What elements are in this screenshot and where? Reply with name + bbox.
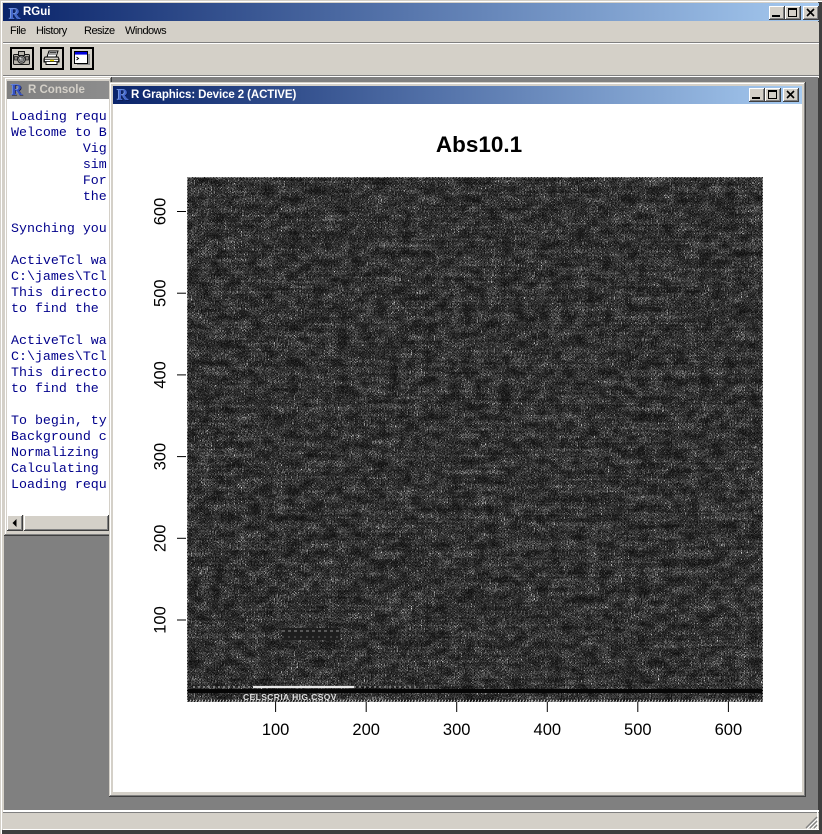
svg-text:100: 100 — [262, 721, 290, 739]
svg-text:200: 200 — [152, 525, 170, 553]
svg-text:R: R — [117, 87, 129, 103]
svg-text:300: 300 — [152, 443, 170, 471]
svg-text:500: 500 — [152, 279, 170, 307]
svg-text:600: 600 — [715, 721, 743, 739]
svg-text:R: R — [9, 6, 21, 22]
svg-text:400: 400 — [152, 361, 170, 389]
svg-text:600: 600 — [152, 198, 170, 226]
svg-text:R: R — [11, 82, 23, 98]
svg-text:300: 300 — [443, 721, 471, 739]
svg-text:400: 400 — [534, 721, 562, 739]
svg-text:200: 200 — [352, 721, 380, 739]
svg-text:100: 100 — [152, 606, 170, 634]
svg-text:500: 500 — [624, 721, 652, 739]
